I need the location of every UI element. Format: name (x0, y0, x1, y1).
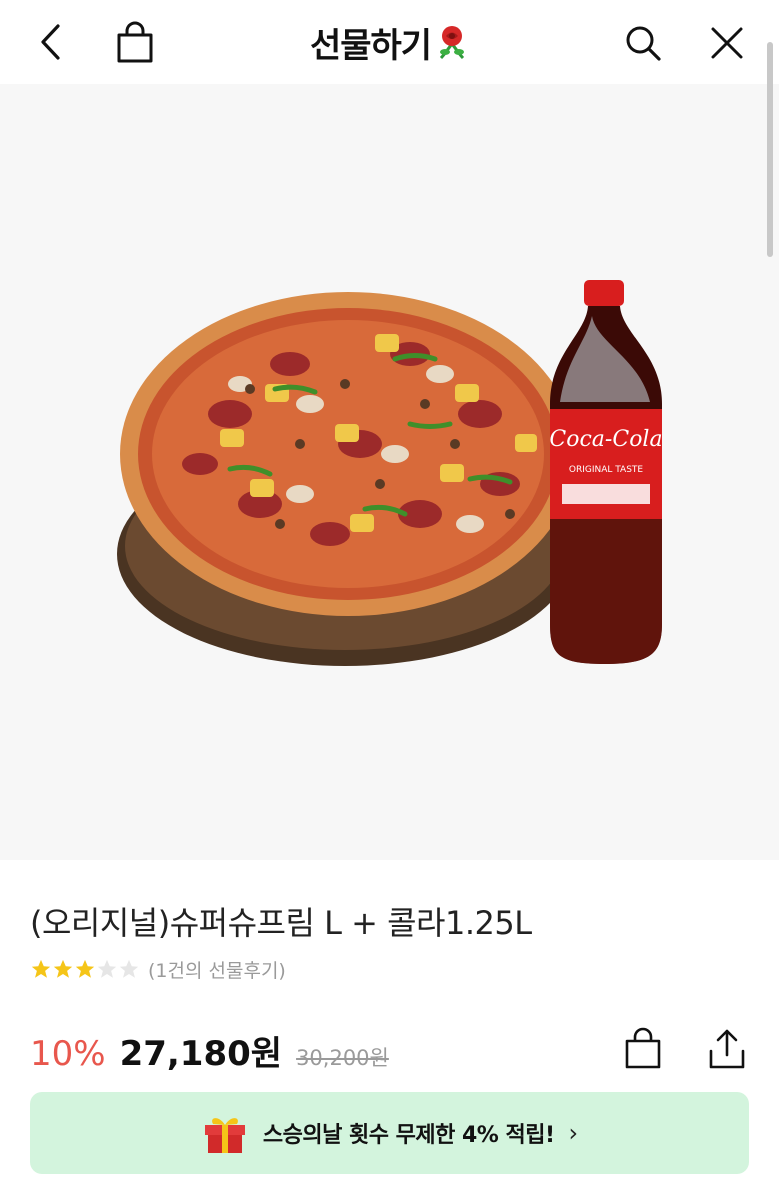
sale-price: 27,180원 (119, 1034, 283, 1074)
page-title-text: 선물하기 (309, 26, 432, 66)
bottle-label-text: Coca-Cola (549, 427, 662, 452)
product-image: Coca-Cola ORIGINAL TASTE (0, 84, 779, 860)
star-filled-icon (31, 959, 51, 978)
close-icon (711, 27, 743, 59)
cola-bottle: Coca-Cola ORIGINAL TASTE (549, 280, 663, 664)
scrollbar[interactable] (767, 42, 773, 257)
star-filled-icon (75, 959, 95, 978)
star-filled-icon (53, 959, 73, 978)
search-button[interactable] (620, 20, 666, 66)
discount-rate: 10% (30, 1034, 106, 1074)
bottle-label-sub: ORIGINAL TASTE (569, 465, 644, 475)
chevron-right-icon: › (568, 1119, 579, 1147)
review-count-link[interactable]: (1건의 선물후기) (148, 956, 286, 983)
rating: (1건의 선물후기) (30, 955, 286, 983)
top-bar: 선물하기 (0, 0, 779, 84)
close-button[interactable] (704, 20, 750, 66)
search-icon (626, 26, 661, 61)
price-row: 10% 27,180원 30,200원 (30, 1026, 389, 1074)
share-button[interactable] (704, 1024, 750, 1074)
promo-text: 스승의날 횟수 무제한 4% 적립! (262, 1123, 555, 1148)
gift-icon (204, 1118, 245, 1153)
shopping-bag-icon (625, 1027, 661, 1069)
promo-banner[interactable]: 스승의날 횟수 무제한 4% 적립! › (30, 1092, 749, 1174)
share-icon (709, 1029, 745, 1069)
original-price: 30,200원 (296, 1046, 389, 1070)
product-title: (오리지널)슈퍼슈프림 L + 콜라1.25L (30, 904, 532, 942)
star-empty-icon (97, 959, 117, 978)
product-image-illustration: Coca-Cola ORIGINAL TASTE (117, 280, 663, 666)
star-empty-icon (119, 959, 139, 978)
add-to-cart-button[interactable] (620, 1024, 666, 1074)
rating-stars (30, 958, 140, 980)
rose-icon (439, 25, 465, 59)
